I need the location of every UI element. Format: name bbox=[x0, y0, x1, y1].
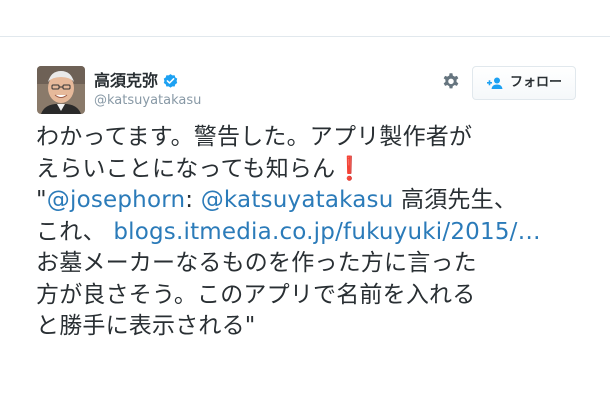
url-link[interactable]: blogs.itmedia.co.jp/fukuyuki/2015/… bbox=[113, 219, 540, 245]
verified-badge-icon bbox=[162, 73, 179, 90]
tweet-line-6: 方が良さそう。このアプリで名前を入れる bbox=[36, 281, 476, 308]
avatar[interactable] bbox=[37, 66, 85, 114]
mention-colon: : bbox=[185, 187, 201, 213]
display-name[interactable]: 高須克弥 bbox=[94, 71, 158, 91]
tweet-line-7: と勝手に表示される" bbox=[36, 313, 256, 339]
follow-person-plus-icon bbox=[486, 76, 504, 90]
mention-link-katsuyatakasu[interactable]: @katsuyatakasu bbox=[201, 187, 394, 213]
tweet-line-2: えらいことになっても知らん❗ bbox=[36, 154, 596, 186]
follow-label: フォロー bbox=[509, 75, 562, 90]
tweet-line-4-text: これ、 bbox=[36, 218, 114, 245]
gear-icon[interactable] bbox=[441, 72, 461, 92]
tweet-line-3: "@josephorn: @katsuyatakasu 高須先生、 bbox=[36, 185, 596, 217]
divider bbox=[0, 36, 610, 37]
quote-open: " bbox=[36, 187, 47, 213]
avatar-image bbox=[37, 66, 85, 114]
exclamation-emoji-icon: ❗ bbox=[335, 155, 365, 182]
tweet-line-2-text: えらいことになっても知らん bbox=[36, 155, 336, 182]
tweet-page: 高須克弥 @katsuyatakasu フォロー わかってます。警告した。アプリ… bbox=[0, 0, 610, 400]
screen-name[interactable]: @katsuyatakasu bbox=[94, 93, 201, 109]
name-row: 高須克弥 bbox=[94, 71, 179, 91]
tweet-line-1: わかってます。警告した。アプリ製作者が bbox=[36, 124, 473, 150]
tweet-line-3-rest: 高須先生、 bbox=[393, 187, 518, 213]
tweet-line-4: これ、 blogs.itmedia.co.jp/fukuyuki/2015/… bbox=[36, 217, 596, 249]
tweet-line-5: お墓メーカーなるものを作った方に言った bbox=[36, 250, 477, 276]
tweet-text: わかってます。警告した。アプリ製作者が えらいことになっても知らん❗ "@jos… bbox=[36, 122, 596, 343]
mention-link-josephorn[interactable]: @josephorn bbox=[47, 187, 185, 213]
follow-button[interactable]: フォロー bbox=[472, 66, 576, 100]
